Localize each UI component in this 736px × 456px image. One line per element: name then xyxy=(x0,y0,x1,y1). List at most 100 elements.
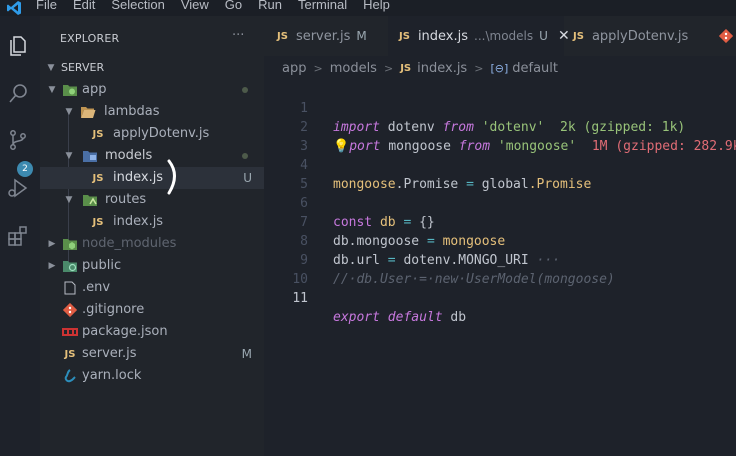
tree-item-label: applyDotenv.js xyxy=(113,126,210,141)
chevron-down-icon: ▼ xyxy=(47,63,55,73)
code-line: 7 db.mongoose = mongoose xyxy=(264,194,736,249)
js-file-icon: JS xyxy=(400,62,412,74)
tab-index-js[interactable]: JS index.js ...\models U ✕ xyxy=(388,16,570,56)
chevron-right-icon: ▶ xyxy=(48,239,56,249)
chevron-down-icon: ▼ xyxy=(65,107,73,117)
tree-item-label: server.js xyxy=(82,346,137,361)
tree-item-label: routes xyxy=(105,192,147,207)
tab-applydotenv-js[interactable]: JS applyDotenv.js xyxy=(564,16,704,56)
tab-label: applyDotenv.js xyxy=(591,28,689,44)
explorer-sidebar: EXPLORER ··· ▼ SERVER ▼ app ▼ lambdas JS… xyxy=(40,16,264,456)
tree-folder-lambdas[interactable]: ▼ lambdas xyxy=(40,101,264,123)
tree-folder-models[interactable]: ▼ models xyxy=(40,145,264,167)
code-line: 6 const db = {} xyxy=(264,175,736,230)
tree-file-yarn-lock[interactable]: yarn.lock xyxy=(40,365,264,387)
tree-item-label: yarn.lock xyxy=(82,368,142,383)
chevron-down-icon: ▼ xyxy=(65,151,73,161)
breadcrumb-item-models[interactable]: models xyxy=(330,61,377,76)
explorer-icon[interactable] xyxy=(4,32,32,60)
source-control-icon[interactable] xyxy=(4,126,32,154)
menu-terminal[interactable]: Terminal xyxy=(290,0,355,16)
menu-run[interactable]: Run xyxy=(250,0,290,16)
tab-server-js[interactable]: JS server.js M xyxy=(264,16,384,56)
chevron-right-icon: > xyxy=(313,61,323,75)
folder-app-icon xyxy=(62,79,78,101)
activity-bar: 2 xyxy=(0,16,40,456)
tree-folder-node-modules[interactable]: ▶ node_modules xyxy=(40,233,264,255)
tree-item-label: app xyxy=(82,82,107,97)
tree-item-label: .env xyxy=(82,280,111,295)
js-file-icon: JS xyxy=(64,348,76,360)
code-editor[interactable]: 1 import dotenv from 'dotenv' 2k (gzippe… xyxy=(264,80,736,456)
tree-item-label: index.js xyxy=(113,214,164,229)
breadcrumb-item-app[interactable]: app xyxy=(282,61,306,76)
editor-tab-bar: JS server.js M JS index.js ...\models U … xyxy=(264,16,736,56)
code-line: 9 //·db.User·=·new·UserModel(mongoose) xyxy=(264,232,736,287)
tree-file-routes-index[interactable]: JS index.js xyxy=(40,211,264,233)
code-line: 3 xyxy=(264,118,736,154)
tree-item-label: node_modules xyxy=(82,236,177,251)
tab-status-modified: M xyxy=(356,29,367,43)
tree-item-label: public xyxy=(82,258,122,273)
code-line: 1 import dotenv from 'dotenv' 2k (gzippe… xyxy=(264,80,736,135)
breadcrumb-item-symbol[interactable]: default xyxy=(512,61,558,76)
chevron-right-icon: ▶ xyxy=(48,261,56,271)
tree-file-models-index[interactable]: JS index.js U xyxy=(40,159,264,195)
tree-item-label: package.json xyxy=(82,324,168,339)
menu-view[interactable]: View xyxy=(173,0,217,16)
search-icon[interactable] xyxy=(4,80,32,108)
code-line: 8 db.url = dotenv.MONGO_URI ··· xyxy=(264,213,736,268)
tree-file-gitignore[interactable]: .gitignore xyxy=(40,299,264,321)
tree-file-package-json[interactable]: package.json xyxy=(40,321,264,343)
js-file-icon: JS xyxy=(399,30,410,42)
tree-item-label: lambdas xyxy=(104,104,160,119)
code-content: export default db xyxy=(333,310,467,325)
tree-folder-app[interactable]: ▼ app xyxy=(40,79,264,101)
git-compare-icon[interactable] xyxy=(718,28,734,47)
folder-open-icon xyxy=(80,101,96,123)
tab-label: index.js xyxy=(417,28,469,44)
run-debug-icon[interactable] xyxy=(4,174,32,202)
menu-help[interactable]: Help xyxy=(355,0,398,16)
explorer-title: EXPLORER xyxy=(60,32,120,45)
tab-label: server.js xyxy=(295,28,351,44)
tree-file-server-js[interactable]: JS server.js M xyxy=(40,343,264,365)
chevron-down-icon: ▼ xyxy=(65,195,73,205)
folder-models-icon xyxy=(82,145,98,167)
symbol-variable-icon: [⊖] xyxy=(490,61,509,75)
js-file-icon: JS xyxy=(92,128,104,140)
git-status-untracked: U xyxy=(243,171,252,185)
menu-selection[interactable]: Selection xyxy=(103,0,172,16)
chevron-down-icon: ▼ xyxy=(48,85,56,95)
folder-node-icon xyxy=(62,233,78,255)
tree-item-label: .gitignore xyxy=(82,302,145,317)
yarn-file-icon xyxy=(62,365,78,387)
menu-go[interactable]: Go xyxy=(217,0,250,16)
tree-root-server[interactable]: ▼ SERVER xyxy=(40,57,264,79)
menu-file[interactable]: File xyxy=(28,0,65,16)
chevron-right-icon: > xyxy=(383,61,394,75)
breadcrumb: app > models > JS index.js > [⊖] default xyxy=(264,56,736,80)
tree-file-env[interactable]: .env xyxy=(40,277,264,299)
git-file-icon xyxy=(62,299,78,321)
env-file-icon xyxy=(62,277,78,299)
code-line: 5 xyxy=(264,156,736,192)
menu-edit[interactable]: Edit xyxy=(65,0,103,16)
code-line: 10 xyxy=(264,251,736,287)
tree-item-label: models xyxy=(105,148,153,163)
more-actions-button[interactable]: ··· xyxy=(232,28,244,43)
js-file-icon: JS xyxy=(92,216,104,228)
tree-folder-public[interactable]: ▶ public xyxy=(40,255,264,277)
code-line: 2 💡port mongoose from 'mongoose' 1M (gzi… xyxy=(264,99,736,154)
modified-dot-icon xyxy=(242,153,248,159)
extensions-icon[interactable] xyxy=(4,222,32,250)
tree-root-label: SERVER xyxy=(61,61,105,74)
js-file-icon: JS xyxy=(573,30,584,42)
breadcrumb-item-file[interactable]: index.js xyxy=(417,61,467,76)
tree-folder-routes[interactable]: ▼ routes xyxy=(40,189,264,211)
js-file-icon: JS xyxy=(277,30,288,42)
code-line: 4 mongoose.Promise = global.Promise xyxy=(264,137,736,192)
vscode-logo-icon xyxy=(0,0,28,16)
folder-routes-icon xyxy=(82,189,98,211)
tree-file-applydotenv[interactable]: JS applyDotenv.js xyxy=(40,123,264,145)
